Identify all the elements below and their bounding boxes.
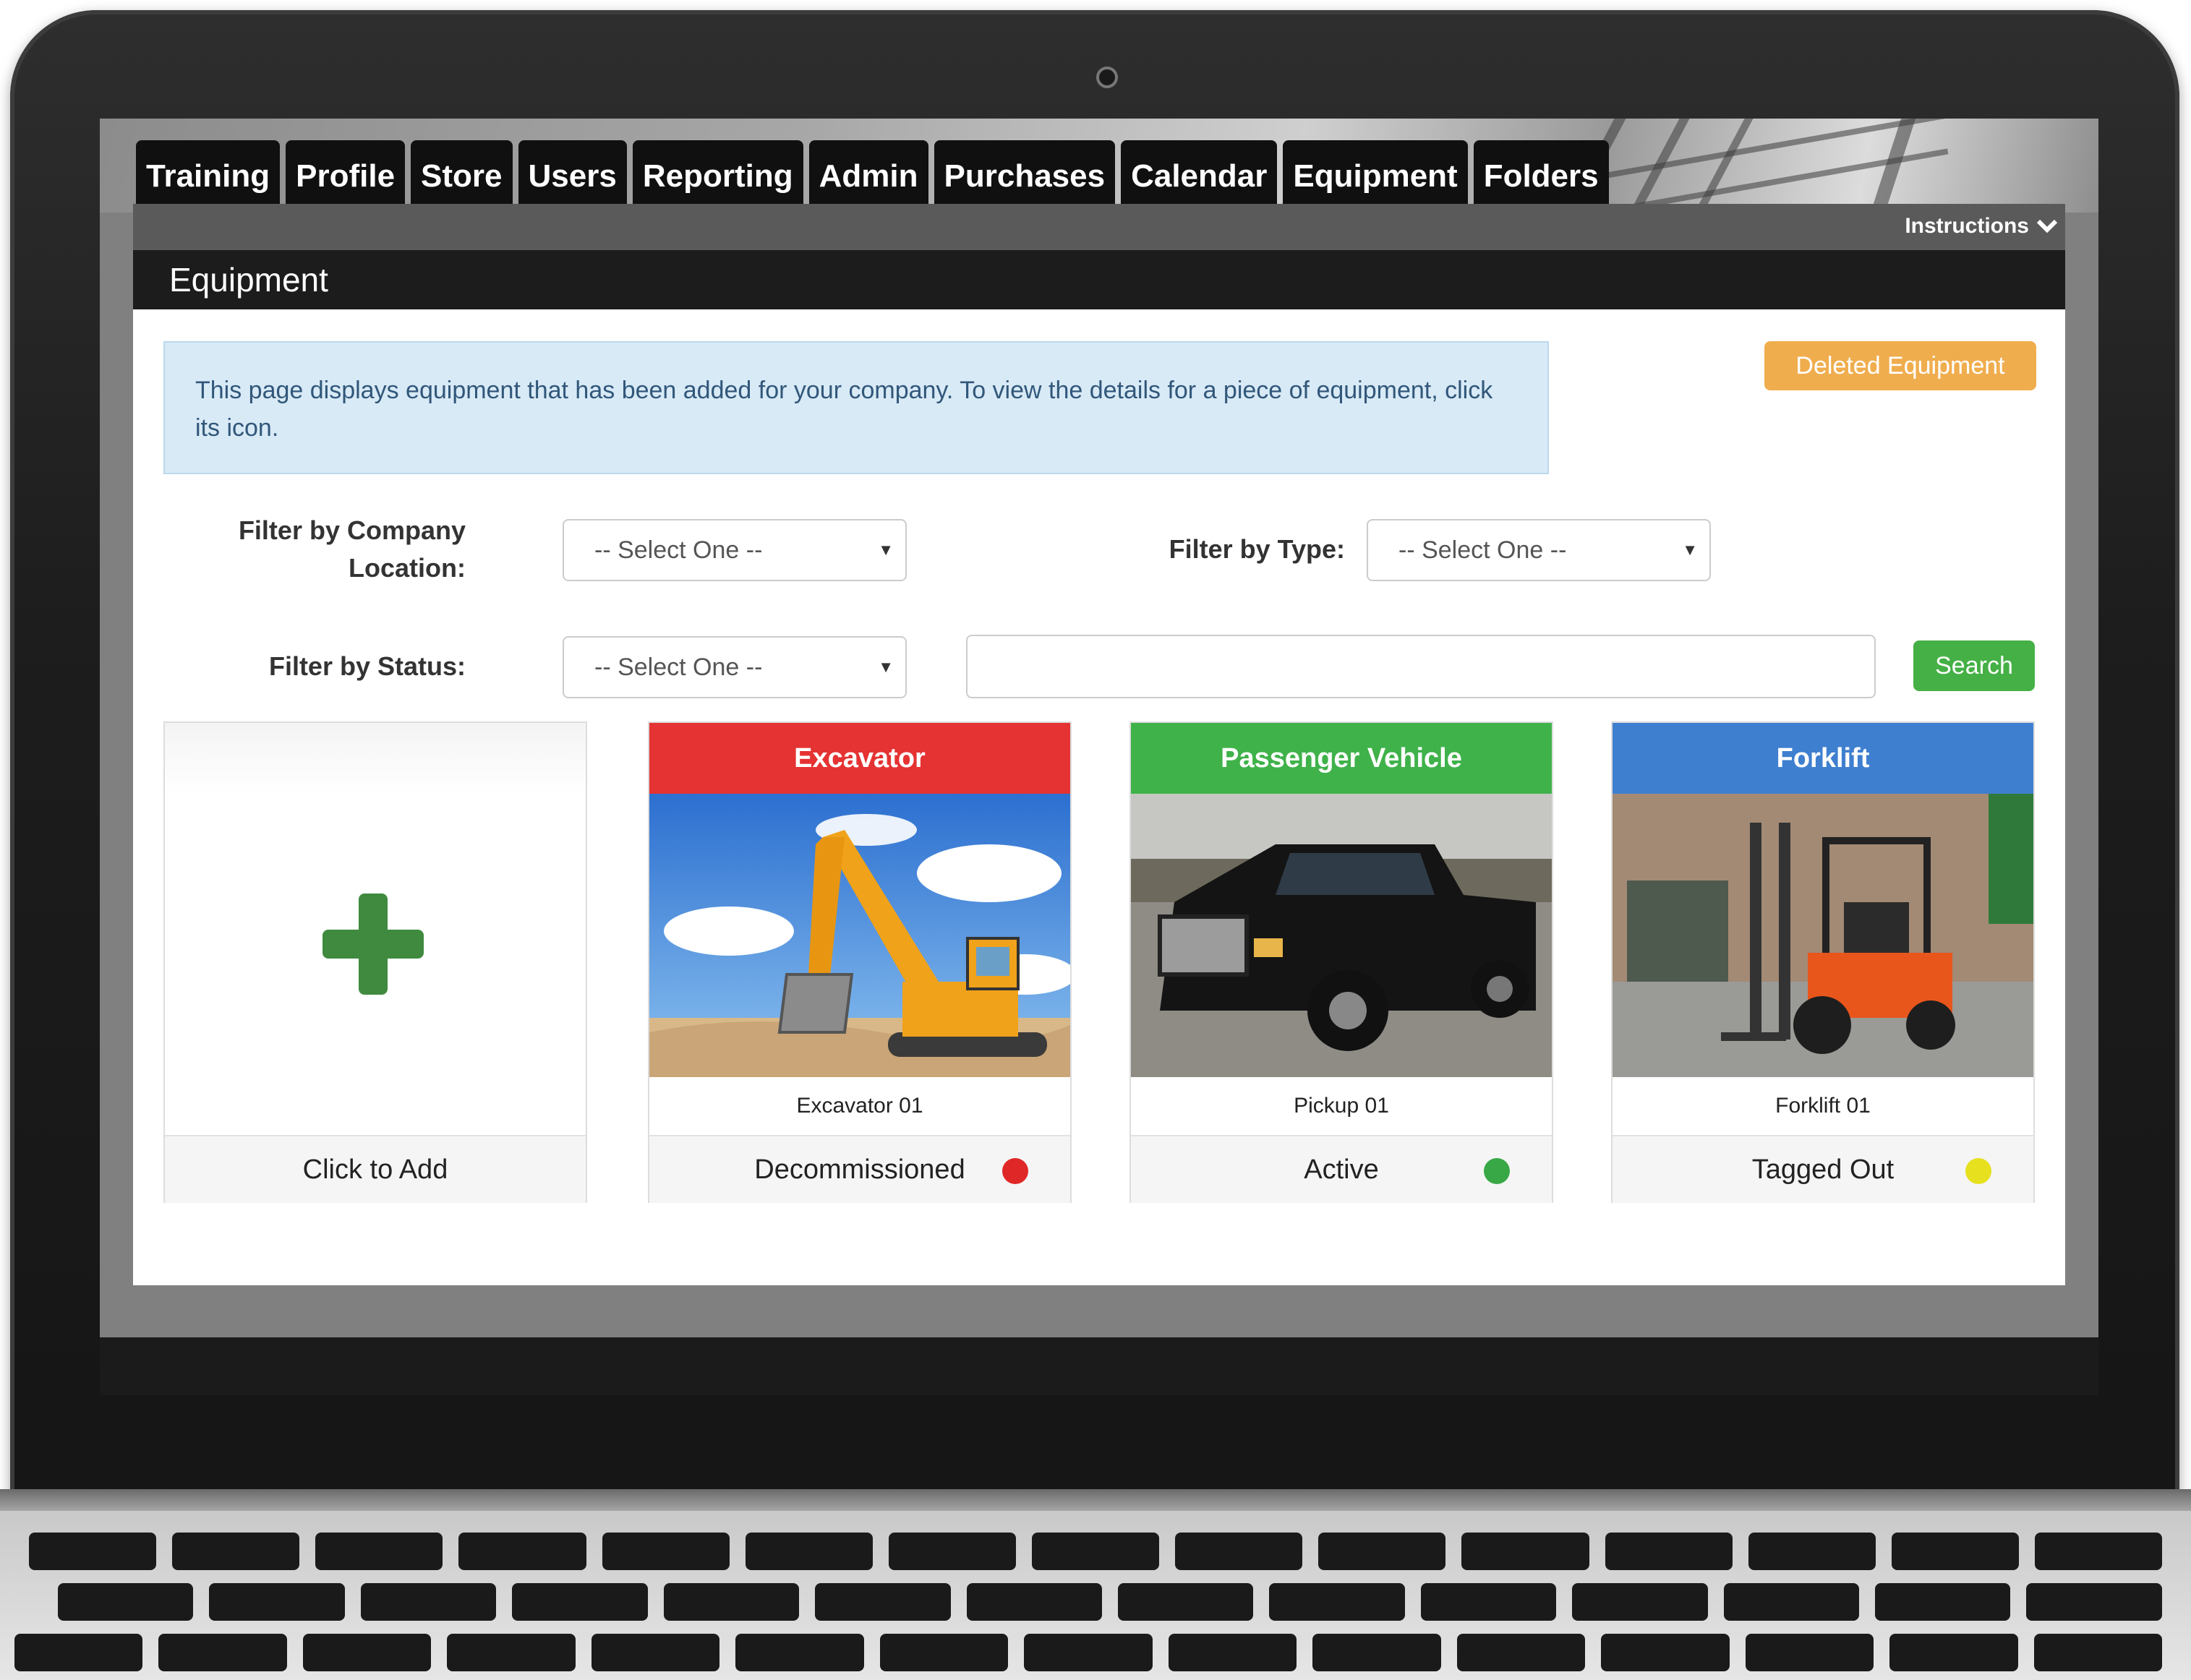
card-type-label: Excavator	[794, 742, 926, 773]
filter-location-select[interactable]: -- Select One -- ▼	[563, 519, 907, 581]
dropdown-arrow-icon: ▼	[1682, 541, 1698, 559]
status-dot-icon	[1002, 1158, 1028, 1184]
instructions-toggle[interactable]: Instructions	[1905, 214, 2058, 239]
pickup-truck-image	[1131, 794, 1552, 1077]
filter-location-label: Filter by Company Location:	[238, 515, 466, 583]
sub-header-bar: Instructions	[133, 204, 2065, 250]
card-type-label: Forklift	[1776, 742, 1870, 773]
nav-tab-training[interactable]: Training	[136, 140, 281, 213]
equipment-card-forklift[interactable]: Forklift Forklift 01 Tagged Out	[1611, 721, 2035, 1203]
webcam-icon	[1096, 67, 1118, 88]
card-type-header: Forklift	[1613, 723, 2033, 794]
add-card-label: Click to Add	[302, 1154, 448, 1185]
dropdown-arrow-icon: ▼	[878, 541, 894, 559]
nav-tab-profile[interactable]: Profile	[286, 140, 406, 213]
content-panel: This page displays equipment that has be…	[133, 309, 2065, 1285]
card-status-label: Tagged Out	[1751, 1154, 1895, 1185]
filter-status-select[interactable]: -- Select One -- ▼	[563, 636, 907, 698]
status-dot-icon	[1484, 1158, 1510, 1184]
nav-tab-folders[interactable]: Folders	[1473, 140, 1609, 213]
card-status-footer: Decommissioned	[649, 1135, 1070, 1203]
main-nav: Training Profile Store Users Reporting A…	[136, 140, 1609, 213]
filter-type-value: -- Select One --	[1398, 536, 1567, 564]
dropdown-arrow-icon: ▼	[878, 658, 894, 676]
chevron-down-icon	[2036, 219, 2058, 233]
search-button[interactable]: Search	[1913, 640, 2035, 691]
plus-icon	[323, 893, 424, 995]
page-title-bar: Equipment	[133, 250, 2065, 309]
info-alert-text: This page displays equipment that has be…	[195, 377, 1493, 442]
laptop-screen: Training Profile Store Users Reporting A…	[100, 119, 2098, 1337]
card-status-label: Active	[1304, 1154, 1379, 1185]
card-type-header: Passenger Vehicle	[1131, 723, 1552, 794]
filter-type-label: Filter by Type:	[1169, 534, 1345, 564]
card-status-label: Decommissioned	[754, 1154, 965, 1185]
excavator-image	[649, 794, 1070, 1077]
equipment-card-pickup[interactable]: Passenger Vehicle Pickup 01 Active	[1129, 721, 1553, 1203]
add-card-footer: Click to Add	[165, 1135, 586, 1203]
status-dot-icon	[1965, 1158, 1991, 1184]
nav-tab-equipment[interactable]: Equipment	[1283, 140, 1468, 213]
card-type-header: Excavator	[649, 723, 1070, 794]
deleted-equipment-button[interactable]: Deleted Equipment	[1764, 341, 2036, 390]
page-title: Equipment	[169, 261, 328, 299]
card-equipment-name: Forklift 01	[1775, 1094, 1871, 1118]
equipment-card-excavator[interactable]: Excavator Excavator 01 Decommissioned	[648, 721, 1072, 1203]
nav-tab-users[interactable]: Users	[518, 140, 627, 213]
nav-tab-reporting[interactable]: Reporting	[632, 140, 803, 213]
add-card-area	[165, 723, 586, 1135]
card-equipment-name: Pickup 01	[1294, 1094, 1389, 1118]
filter-status-value: -- Select One --	[594, 653, 763, 681]
filter-type-select[interactable]: -- Select One -- ▼	[1367, 519, 1711, 581]
nav-tab-store[interactable]: Store	[411, 140, 513, 213]
card-equipment-name: Excavator 01	[796, 1094, 923, 1118]
card-status-footer: Active	[1131, 1135, 1552, 1203]
filter-location-value: -- Select One --	[594, 536, 763, 564]
card-status-footer: Tagged Out	[1613, 1135, 2033, 1203]
nav-tab-purchases[interactable]: Purchases	[934, 140, 1116, 213]
add-equipment-card[interactable]: Click to Add	[163, 721, 587, 1203]
nav-tab-admin[interactable]: Admin	[808, 140, 928, 213]
keyboard-deck	[0, 1511, 2191, 1680]
card-type-label: Passenger Vehicle	[1221, 742, 1462, 773]
forklift-image	[1613, 794, 2033, 1077]
search-input[interactable]	[966, 635, 1876, 698]
screen-bezel-bottom	[100, 1337, 2098, 1395]
instructions-label: Instructions	[1905, 214, 2029, 238]
nav-tab-calendar[interactable]: Calendar	[1121, 140, 1278, 213]
filter-status-label: Filter by Status:	[268, 651, 466, 681]
info-alert: This page displays equipment that has be…	[163, 341, 1549, 474]
